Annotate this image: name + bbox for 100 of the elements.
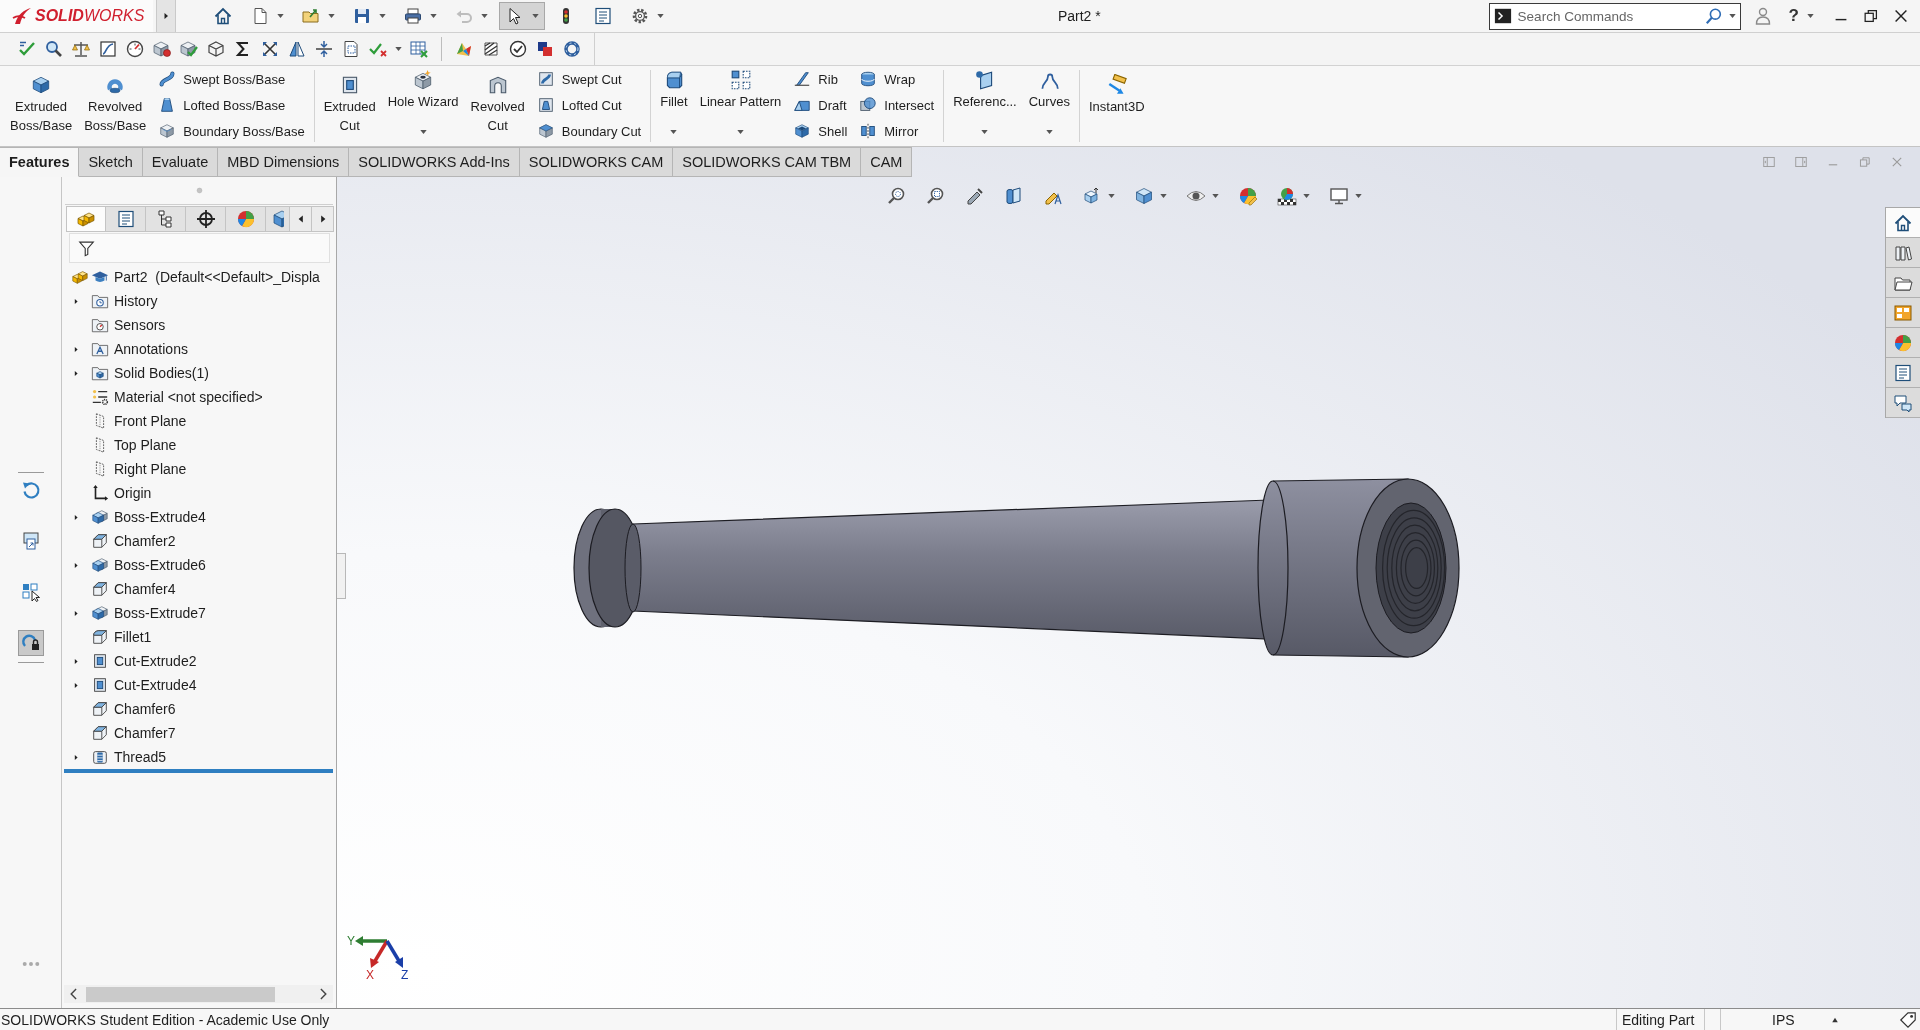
search-icon[interactable] (1704, 7, 1723, 25)
dashed-document-icon[interactable] (341, 39, 361, 59)
ribbon-button[interactable]: Revolved Boss/Base (80, 66, 151, 146)
command-tab[interactable]: SOLIDWORKS Add-Ins (349, 147, 520, 177)
tree-item[interactable]: Annotations (114, 341, 188, 357)
ribbon-button[interactable]: Instant3D (1084, 66, 1149, 146)
task-pane-tab[interactable] (1886, 268, 1920, 298)
cube-check-icon[interactable] (179, 39, 199, 59)
tree-item[interactable]: Chamfer6 (114, 701, 176, 717)
magnifier-icon[interactable] (887, 186, 907, 206)
caret-icon[interactable] (1212, 194, 1219, 198)
ribbon-button[interactable]: Mirror (859, 118, 935, 144)
caret-icon[interactable] (1160, 194, 1167, 198)
ribbon-button[interactable]: Wrap (859, 66, 935, 92)
tree-item[interactable]: Chamfer7 (114, 725, 176, 741)
ribbon-button[interactable]: Boundary Boss/Base (158, 118, 305, 144)
caret-icon[interactable] (395, 47, 402, 51)
color-wheel-pencil-icon[interactable] (1238, 186, 1258, 206)
caret-icon[interactable] (657, 14, 664, 18)
monitor-icon[interactable] (1329, 186, 1349, 206)
tree-item[interactable]: Fillet1 (114, 629, 152, 645)
pen-icon[interactable] (965, 186, 985, 206)
magnifier-dashed-icon[interactable] (926, 186, 946, 206)
ribbon-button[interactable]: Swept Cut (536, 66, 642, 92)
caret-icon[interactable] (1108, 194, 1115, 198)
task-pane-tab[interactable] (1886, 208, 1920, 238)
cube-outline-icon[interactable] (206, 39, 226, 59)
ribbon-button[interactable]: Shell (793, 118, 848, 144)
ribbon-button[interactable]: Swept Boss/Base (158, 66, 305, 92)
tree-item[interactable]: Front Plane (114, 413, 187, 429)
command-tab[interactable]: MBD Dimensions (218, 147, 350, 177)
command-tab[interactable]: CAM (861, 147, 913, 177)
caret-icon[interactable] (1807, 14, 1814, 18)
tree-item[interactable]: Part2 (Default<<Default>_Displa (114, 269, 320, 285)
command-tab[interactable]: Features (0, 147, 80, 177)
caret-icon[interactable] (1303, 194, 1310, 198)
sectioned-cylinder-icon[interactable] (1004, 186, 1024, 206)
tile-right-icon[interactable] (1794, 155, 1808, 169)
search-field[interactable]: Search Commands (1517, 6, 1699, 26)
help-button[interactable]: ? (1788, 6, 1799, 26)
tile-left-icon[interactable] (1762, 155, 1776, 169)
units-selector[interactable]: IPS (1772, 1011, 1795, 1028)
caret-icon[interactable] (328, 14, 335, 18)
tag-icon[interactable] (1899, 1010, 1917, 1029)
cross-arrows-icon[interactable] (260, 39, 280, 59)
caret-icon[interactable] (430, 14, 437, 18)
caret-icon[interactable] (1355, 194, 1362, 198)
scroll-right-button[interactable] (312, 206, 334, 232)
tree-item[interactable]: Chamfer4 (114, 581, 176, 597)
ribbon-button[interactable]: Hole Wizard (383, 66, 463, 146)
tree-item[interactable]: Boss-Extrude6 (114, 557, 206, 573)
tree-item[interactable]: Cut-Extrude4 (114, 677, 197, 693)
panel-tab[interactable] (106, 206, 146, 232)
caret-icon[interactable] (277, 14, 284, 18)
command-tab[interactable]: SOLIDWORKS CAM TBM (673, 147, 862, 177)
ribbon-button[interactable]: Extruded Cut (319, 66, 380, 146)
task-pane-tab[interactable] (1886, 358, 1920, 388)
tree-item[interactable]: Boss-Extrude7 (114, 605, 206, 621)
magnifier-icon[interactable] (44, 39, 64, 59)
caret-icon[interactable] (532, 14, 539, 18)
caret-up-icon[interactable] (1830, 1016, 1839, 1023)
ribbon-button[interactable]: Draft (793, 92, 848, 118)
ribbon-button[interactable]: Extruded Boss/Base (6, 66, 77, 146)
drag-handle-icon[interactable] (195, 187, 203, 194)
mirror-halves-icon[interactable] (287, 39, 307, 59)
gauge-icon[interactable] (125, 39, 145, 59)
caret-icon[interactable] (379, 14, 386, 18)
tree-item[interactable]: Boss-Extrude4 (114, 509, 206, 525)
tree-item[interactable]: Top Plane (114, 437, 177, 453)
task-pane-tab[interactable] (1886, 238, 1920, 268)
tree-item[interactable]: History (114, 293, 158, 309)
command-tab[interactable]: Sketch (79, 147, 143, 177)
ribbon-button[interactable]: Boundary Cut (536, 118, 642, 144)
command-tab[interactable]: SOLIDWORKS CAM (519, 147, 674, 177)
caret-icon[interactable] (1045, 130, 1053, 134)
panel-tab[interactable] (186, 206, 226, 232)
cube-dot-icon[interactable] (152, 39, 172, 59)
filter-field[interactable] (69, 233, 330, 263)
ribbon-button[interactable]: Fillet (656, 66, 692, 146)
shaded-cube-icon[interactable] (1134, 186, 1154, 206)
tree-item[interactable]: Thread5 (114, 749, 167, 765)
panel-collapse-handle[interactable] (337, 553, 346, 599)
caret-icon[interactable] (419, 130, 427, 134)
horizontal-scrollbar[interactable] (64, 985, 333, 1003)
table-cross-icon[interactable] (409, 39, 429, 59)
caret-icon[interactable] (737, 130, 744, 134)
ring-icon[interactable] (562, 39, 582, 59)
ribbon-button[interactable]: Intersect (859, 92, 935, 118)
tree-item[interactable]: Origin (114, 485, 152, 501)
command-tab[interactable]: Evaluate (142, 147, 219, 177)
ribbon-button[interactable]: Lofted Boss/Base (158, 92, 305, 118)
compress-arrows-icon[interactable] (314, 39, 334, 59)
ribbon-button[interactable]: Lofted Cut (536, 92, 642, 118)
tree-item[interactable]: Cut-Extrude2 (114, 653, 197, 669)
tree-item[interactable]: Chamfer2 (114, 533, 176, 549)
caret-icon[interactable] (670, 130, 678, 134)
search-box[interactable]: Search Commands (1488, 2, 1741, 30)
ribbon-button[interactable]: Curves (1024, 66, 1074, 146)
overlapping-squares-icon[interactable] (535, 39, 555, 59)
caret-icon[interactable] (981, 130, 989, 134)
